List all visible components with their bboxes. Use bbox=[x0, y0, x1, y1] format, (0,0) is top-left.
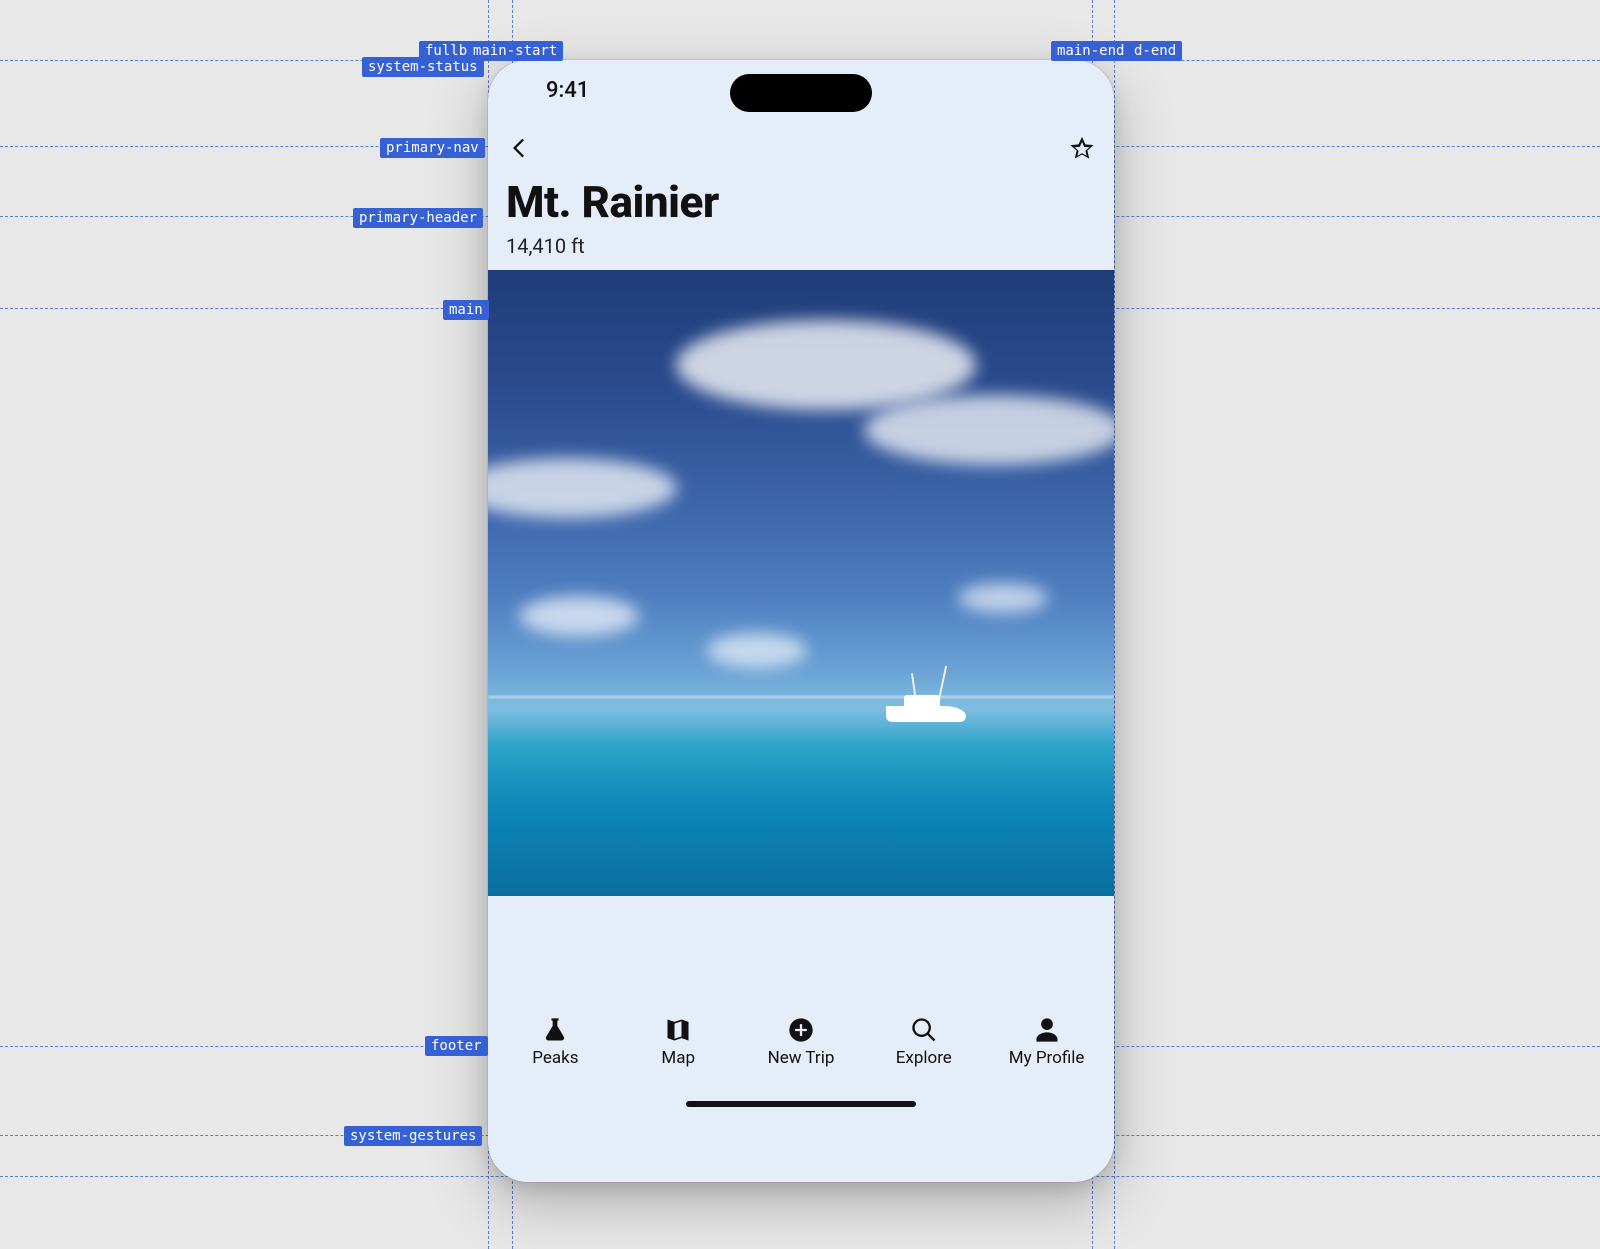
tab-explore[interactable]: Explore bbox=[862, 1016, 985, 1068]
map-icon bbox=[664, 1016, 692, 1044]
tab-label: Peaks bbox=[532, 1048, 578, 1068]
favorite-button[interactable] bbox=[1064, 130, 1100, 166]
status-time: 9:41 bbox=[546, 78, 589, 103]
primary-header: Mt. Rainier 14,410 ft bbox=[488, 170, 1114, 270]
dynamic-island bbox=[730, 74, 872, 112]
tab-label: Map bbox=[661, 1048, 695, 1068]
tab-map[interactable]: Map bbox=[617, 1016, 740, 1068]
tab-label: Explore bbox=[896, 1048, 952, 1068]
person-icon bbox=[1033, 1016, 1061, 1044]
guide-fullbleed: fullbleed bbox=[419, 41, 507, 61]
tab-label: My Profile bbox=[1009, 1048, 1085, 1068]
content-spacer bbox=[488, 896, 1114, 1006]
guide-primary-nav: primary-nav bbox=[380, 138, 485, 158]
hero-image bbox=[488, 270, 1114, 896]
guide-main-end: main-end bbox=[1051, 41, 1130, 61]
primary-nav bbox=[488, 120, 1114, 170]
page-subtitle: 14,410 ft bbox=[506, 234, 1096, 258]
status-bar: 9:41 bbox=[488, 60, 1114, 120]
system-gesture-area bbox=[488, 1084, 1114, 1124]
page-title: Mt. Rainier bbox=[506, 176, 1096, 228]
guide-d-end: d-end bbox=[1128, 41, 1182, 61]
flask-icon bbox=[541, 1016, 569, 1044]
guide-main: main bbox=[443, 300, 489, 320]
tab-peaks[interactable]: Peaks bbox=[494, 1016, 617, 1068]
tab-bar: Peaks Map New Trip Explore My Profile bbox=[488, 1006, 1114, 1084]
star-outline-icon bbox=[1068, 134, 1096, 162]
guide-footer: footer bbox=[425, 1036, 488, 1056]
search-icon bbox=[910, 1016, 938, 1044]
back-button[interactable] bbox=[502, 130, 538, 166]
guide-system-status: system-status bbox=[362, 57, 484, 77]
tab-label: New Trip bbox=[768, 1048, 835, 1068]
phone-device-frame: 9:41 Mt. Rainier 14,410 ft bbox=[488, 60, 1114, 1182]
guide-primary-header: primary-header bbox=[353, 208, 483, 228]
chevron-left-icon bbox=[506, 134, 534, 162]
tab-new-trip[interactable]: New Trip bbox=[740, 1016, 863, 1068]
guide-main-start: main-start bbox=[467, 41, 563, 61]
tab-profile[interactable]: My Profile bbox=[985, 1016, 1108, 1068]
guide-system-gestures: system-gestures bbox=[344, 1126, 482, 1146]
boat-illustration bbox=[876, 677, 976, 727]
plus-circle-icon bbox=[787, 1016, 815, 1044]
home-indicator[interactable] bbox=[686, 1101, 916, 1107]
